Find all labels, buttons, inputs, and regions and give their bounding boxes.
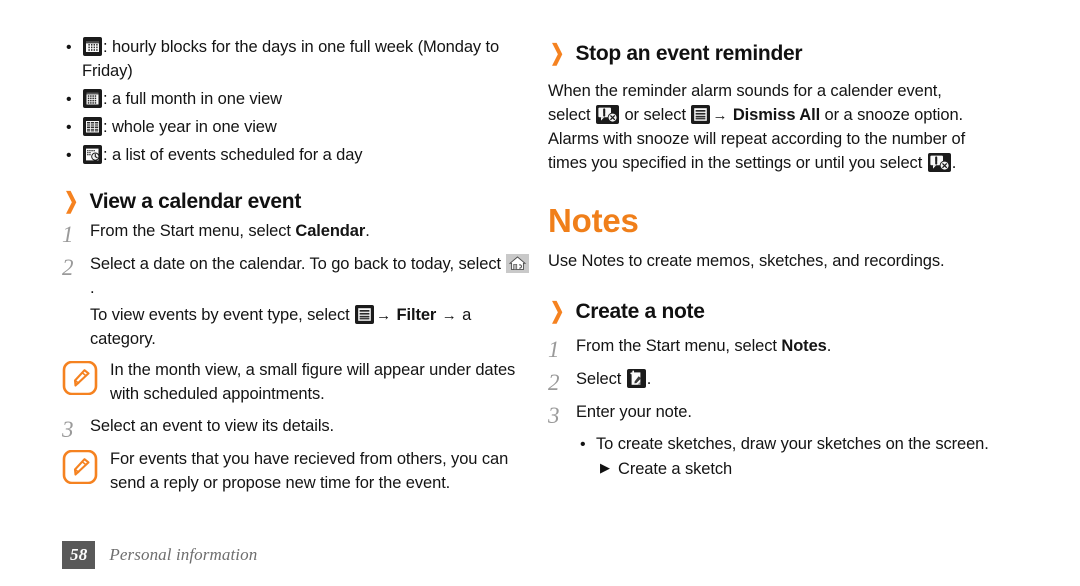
footer-section-label: Personal information <box>109 545 258 564</box>
note-pen-icon <box>62 361 102 396</box>
step-text-after: . <box>826 336 832 355</box>
list-item: • <box>62 116 532 140</box>
step-number: 3 <box>548 402 560 428</box>
step-text-before: Select a date on the calendar. To go bac… <box>90 254 506 273</box>
stop-line-4-after: . <box>951 153 957 172</box>
step2-extra-text: To view events by event type, select → F… <box>90 304 532 352</box>
stop-line-1: When the reminder alarm sounds for a cal… <box>548 82 942 101</box>
agenda-view-label: : a list of events scheduled for a day <box>103 145 363 164</box>
step-item: 2 Select a date on the calendar. To go b… <box>62 253 532 301</box>
arrow-right-1: → <box>376 306 392 324</box>
chevron-right-icon: ❯ <box>550 298 565 324</box>
step-number: 1 <box>62 221 74 247</box>
today-home-icon <box>506 253 530 273</box>
note-text: For events that you have recieved from o… <box>110 450 509 493</box>
section-heading-view-calendar-event: ❯ View a calendar event <box>62 187 532 214</box>
manual-page: •: hourly blocks for the days in one fu… <box>0 0 1080 586</box>
month-view-label: : a full month in one view <box>103 89 282 108</box>
section-heading-label: Create a note <box>575 300 705 324</box>
section-heading-label: Stop an event reminder <box>575 42 803 65</box>
section-heading-create-a-note: ❯ Create a note <box>548 300 1028 324</box>
chevron-right-icon: ❯ <box>550 40 565 65</box>
step-number: 2 <box>62 254 74 280</box>
step-text-after: . <box>365 221 370 240</box>
dismiss-alarm-icon <box>927 152 951 172</box>
step-text-before: Select <box>576 369 626 388</box>
dismiss-all-bold-term: Dismiss All <box>732 106 821 125</box>
stop-line-3: Alarms with snooze will repeat according… <box>548 129 966 148</box>
sub-bullet-label: Create a sketch <box>618 459 733 478</box>
bullet-dot: • <box>66 39 72 56</box>
stop-line-2-mid: or select <box>620 106 691 125</box>
bullet-dot: • <box>580 435 586 453</box>
week-view-icon <box>83 37 102 56</box>
page-footer: 58 Personal information <box>62 541 257 569</box>
page-title: Notes <box>548 201 639 239</box>
step-bold-term: Notes <box>781 336 827 355</box>
note-text: In the month view, a small figure will a… <box>110 361 516 404</box>
stop-line-2-after: or a snooze option. <box>820 106 964 125</box>
step-number: 2 <box>548 369 560 395</box>
new-note-icon <box>626 368 646 388</box>
extra-before: To view events by event type, select <box>90 305 355 324</box>
page-number-badge: 58 <box>62 541 96 569</box>
list-item: • <box>62 144 532 168</box>
step-item: 2 Select . <box>548 368 1028 397</box>
bullet-dot: • <box>66 90 72 108</box>
step-text-after: . <box>90 278 95 297</box>
step-text: Enter your note. <box>576 402 692 421</box>
section-heading-label: View a calendar event <box>89 189 302 213</box>
step-item: 3 Enter your note. <box>548 401 1028 430</box>
bullet-dot: • <box>66 118 72 136</box>
sub-list-item: ▶ Create a sketch <box>600 458 1028 482</box>
arrow-right-icon: → <box>712 107 728 125</box>
stop-line-4-before: times you specified in the settings or u… <box>548 153 927 172</box>
stop-line-2-before: select <box>548 106 595 125</box>
note-callout: For events that you have recieved from o… <box>62 448 532 496</box>
chevron-right-icon: ❯ <box>64 187 79 213</box>
step-text-before: From the Start menu, select <box>576 336 782 355</box>
step-text-before: From the Start menu, select <box>90 221 296 240</box>
step-number: 3 <box>62 417 74 443</box>
step-item: 1 From the Start menu, select Calendar. <box>62 220 532 249</box>
list-item: • <box>62 88 532 112</box>
week-view-label: : hourly blocks for the days in one full… <box>82 38 500 80</box>
list-item: • <box>62 36 532 84</box>
agenda-view-icon <box>83 144 102 164</box>
step-text-after: . <box>646 369 652 388</box>
bullet-dot: • <box>66 146 72 164</box>
step-number: 1 <box>548 336 560 362</box>
triangle-right-icon: ▶ <box>600 459 610 475</box>
month-view-icon <box>83 88 102 108</box>
step-text: Select an event to view its details. <box>90 417 335 436</box>
chapter-intro: Use Notes to create memos, sketches, and… <box>548 252 945 271</box>
filter-bold-term: Filter <box>396 305 437 324</box>
step-item: 3 Select an event to view its details. <box>62 415 532 444</box>
bullet-label: To create sketches, draw your sketches o… <box>596 434 989 453</box>
calendar-view-bullet-list: •: hourly blocks for the days in one fu… <box>62 36 532 168</box>
year-view-icon <box>83 116 102 136</box>
year-view-label: : whole year in one view <box>103 117 277 136</box>
arrow-right-2: → <box>441 306 457 324</box>
list-item: • To create sketches, draw your sketches… <box>576 433 1028 457</box>
note-callout: In the month view, a small figure will a… <box>62 359 532 407</box>
menu-list-icon <box>355 304 375 324</box>
menu-list-icon <box>691 105 711 125</box>
stop-reminder-paragraph: When the reminder alarm sounds for a cal… <box>548 80 1028 176</box>
step-item: 1 From the Start menu, select Notes. <box>548 335 1028 364</box>
note-pen-icon <box>62 450 102 485</box>
step-bold-term: Calendar <box>295 221 366 240</box>
right-column: ❯ Stop an event reminder When the remind… <box>548 36 1028 482</box>
section-heading-stop-event-reminder: ❯ Stop an event reminder <box>548 42 1028 66</box>
dismiss-alarm-icon <box>596 105 619 125</box>
left-column: •: hourly blocks for the days in one fu… <box>62 36 532 502</box>
